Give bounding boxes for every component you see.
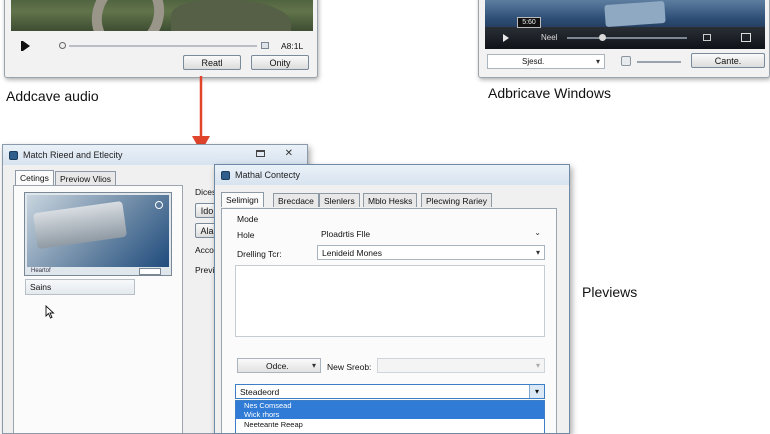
chevron-down-icon: ▾	[535, 248, 540, 257]
drawing-select[interactable]: Lenideid Mones ▾	[317, 245, 545, 260]
media-player-window-right: Neel 5:60 Sjesd. ▾ Cante.	[478, 0, 770, 78]
video-frame-object	[604, 0, 666, 28]
order-select[interactable]: Odce. ▾	[237, 358, 321, 373]
minimize-icon[interactable]	[256, 150, 265, 157]
tab-previewing[interactable]: Plecwing Rariey	[421, 193, 492, 207]
window-title: Match Rieed and Etlecity	[23, 150, 123, 160]
side-label-2: Acco	[195, 245, 214, 255]
mode-select[interactable]: Ploadrtis Flle ⌄	[317, 226, 545, 241]
seek-slider[interactable]	[567, 37, 687, 39]
chevron-down-icon: ▾	[595, 57, 600, 66]
tab-preview-video[interactable]: Previow Vlios	[55, 171, 117, 185]
speed-select-value: Sjesd.	[522, 57, 545, 66]
new-scroll-label: New Sreob:	[327, 362, 372, 372]
volume-icon[interactable]	[703, 34, 711, 41]
caption-left: Addcave audio	[6, 88, 99, 104]
chevron-down-icon: ▾	[311, 361, 316, 370]
standard-dropdown[interactable]: Steadeord ▾	[235, 384, 545, 399]
reset-button[interactable]: Reatl	[183, 55, 241, 70]
app-icon	[9, 150, 18, 160]
tab-settings[interactable]: Selimign	[221, 192, 264, 207]
volume-slider[interactable]	[637, 61, 681, 63]
drawing-select-value: Lenideid Mones	[322, 247, 383, 258]
mouse-cursor-icon	[45, 305, 55, 319]
volume-low-icon[interactable]	[621, 56, 631, 66]
tab-strip: Selimign Brecdace Slenlers Mblo Hesks Pl…	[221, 192, 561, 209]
dropdown-arrow-icon[interactable]: ▾	[529, 385, 544, 398]
dropdown-option[interactable]: Wick rhors	[236, 410, 544, 419]
side-label-3: Previ	[195, 265, 215, 275]
seek-handle-icon[interactable]	[599, 34, 606, 41]
video-preview[interactable]	[11, 0, 313, 31]
dropdown-option[interactable]: Neeteante Reeap	[236, 419, 544, 430]
media-player-window-left: A8:1L Reatl Onity	[4, 0, 318, 78]
volume-icon[interactable]	[261, 42, 269, 49]
tab-broadcast[interactable]: Brecdace	[273, 193, 319, 207]
play-divider-icon	[21, 41, 23, 51]
time-display: A8:1L	[281, 41, 304, 51]
group-label: Mode	[237, 214, 259, 224]
video-thumbnail[interactable]: Heartof	[24, 192, 172, 276]
play-icon[interactable]	[23, 41, 30, 51]
standard-dropdown-value: Steadeord	[240, 386, 280, 397]
window-title: Mathal Contecty	[235, 170, 301, 180]
video-preview[interactable]: Neel 5:60	[485, 0, 765, 49]
new-scroll-input[interactable]: ▾	[377, 358, 545, 373]
thumbnail-image	[27, 195, 169, 267]
play-icon[interactable]	[503, 34, 509, 42]
thumbnail-nav[interactable]	[139, 268, 161, 275]
dropdown-list: Nes Comsead Wick rhors Neeteante Reeap	[235, 400, 545, 433]
row-label-2: Drelling Tcr:	[237, 249, 282, 259]
thumbnail-caption: Heartof	[31, 268, 51, 274]
caption-previews: Pleviews	[582, 284, 638, 300]
fullscreen-icon[interactable]	[741, 33, 751, 42]
tab-settings[interactable]: Cetings	[15, 170, 54, 185]
tab-sliders[interactable]: Slenlers	[319, 193, 360, 207]
row-label-1: Hole	[237, 230, 255, 240]
dropdown-option[interactable]: Nes Comsead	[236, 401, 544, 410]
chevron-down-icon: ⌄	[534, 228, 541, 237]
mode-select-value: Ploadrtis Flle	[321, 228, 371, 239]
seek-handle-icon[interactable]	[59, 42, 66, 49]
time-badge: 5:60	[517, 17, 541, 28]
machine-shape	[32, 200, 128, 250]
caption-right: Adbricave Windows	[488, 85, 611, 101]
order-select-value: Odce.	[266, 360, 289, 371]
app-icon	[221, 170, 230, 180]
title-bar: Mathal Contecty	[215, 165, 569, 185]
list-header: Sains	[25, 279, 135, 295]
time-display: Neel	[541, 33, 558, 42]
cancel-button[interactable]: Cante.	[691, 53, 765, 68]
tab-mode-hooks[interactable]: Mblo Hesks	[363, 193, 418, 207]
only-button[interactable]: Onity	[251, 55, 309, 70]
title-bar: Match Rieed and Etlecity ✕	[3, 145, 307, 165]
chevron-down-icon: ▾	[535, 361, 540, 370]
preview-list-area[interactable]	[235, 265, 545, 337]
speed-select[interactable]: Sjesd. ▾	[487, 54, 605, 69]
dialog-window-front: Mathal Contecty Selimign Brecdace Slenle…	[214, 164, 570, 434]
seek-slider[interactable]	[69, 45, 257, 47]
close-icon[interactable]: ✕	[285, 148, 293, 159]
settings-dot-icon[interactable]	[155, 201, 163, 209]
